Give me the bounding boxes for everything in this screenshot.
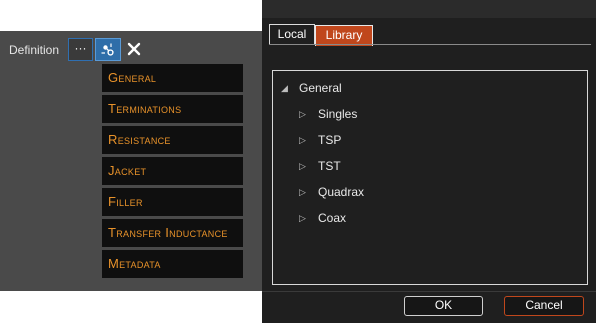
section-menu: General Terminations Resistance Jacket F… — [102, 64, 245, 281]
more-options-label: ··· — [74, 41, 87, 55]
tab-library[interactable]: Library — [315, 25, 373, 46]
footer-divider — [262, 291, 596, 292]
close-icon — [127, 42, 141, 56]
dialog-title-bar — [262, 0, 596, 18]
tab-strip-divider — [269, 44, 591, 45]
tree-node-label: Coax — [318, 211, 347, 225]
collapsed-arrow-icon[interactable]: ▷ — [299, 130, 313, 150]
section-item-resistance[interactable]: Resistance — [102, 126, 243, 154]
tab-local[interactable]: Local — [269, 24, 315, 45]
tree-node-label: Singles — [318, 107, 358, 121]
collapsed-arrow-icon[interactable]: ▷ — [299, 104, 313, 124]
library-dialog: Local Library ◢ General ▷ Singles ▷ TSP ▷ TS… — [262, 0, 596, 323]
tree-node-label: TSP — [318, 133, 342, 147]
collapsed-arrow-icon[interactable]: ▷ — [299, 208, 313, 228]
wrench-cog-icon — [101, 43, 114, 56]
tree-node-general[interactable]: ◢ General — [281, 78, 342, 98]
tree-node-label: Quadrax — [318, 185, 365, 199]
expanded-arrow-icon[interactable]: ◢ — [281, 78, 295, 98]
tree-node-quadrax[interactable]: ▷ Quadrax — [299, 182, 364, 202]
tree-node-tst[interactable]: ▷ TST — [299, 156, 341, 176]
definition-panel: Definition ··· General Terminations Resi… — [0, 31, 262, 291]
section-item-general[interactable]: General — [102, 64, 243, 92]
cancel-button[interactable]: Cancel — [504, 296, 584, 316]
tree-node-label: General — [299, 81, 342, 95]
library-tree: ◢ General ▷ Singles ▷ TSP ▷ TST ▷ Quadrax ▷ Co… — [272, 70, 588, 285]
settings-button[interactable] — [95, 38, 121, 61]
tree-node-label: TST — [318, 159, 341, 173]
definition-label: Definition — [9, 43, 60, 57]
tree-node-tsp[interactable]: ▷ TSP — [299, 130, 341, 150]
collapsed-arrow-icon[interactable]: ▷ — [299, 182, 313, 202]
section-item-metadata[interactable]: Metadata — [102, 250, 243, 278]
collapsed-arrow-icon[interactable]: ▷ — [299, 156, 313, 176]
section-item-filler[interactable]: Filler — [102, 188, 243, 216]
ok-button[interactable]: OK — [404, 296, 483, 316]
section-item-transfer-inductance[interactable]: Transfer Inductance — [102, 219, 243, 247]
tree-node-singles[interactable]: ▷ Singles — [299, 104, 357, 124]
tree-node-coax[interactable]: ▷ Coax — [299, 208, 346, 228]
section-item-terminations[interactable]: Terminations — [102, 95, 243, 123]
section-item-jacket[interactable]: Jacket — [102, 157, 243, 185]
close-button[interactable] — [125, 39, 143, 59]
more-options-button[interactable]: ··· — [68, 38, 93, 61]
